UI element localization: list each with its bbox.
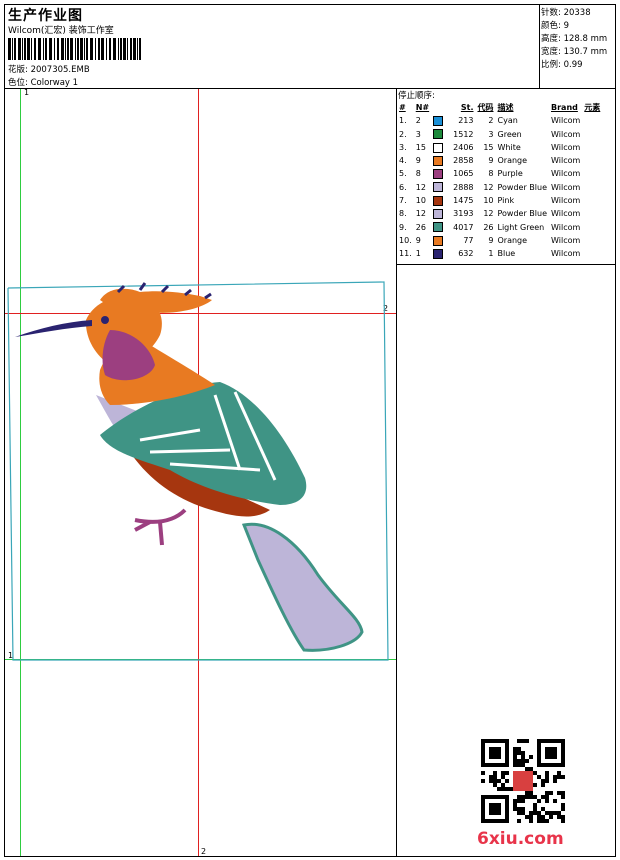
watermark-text: 6xiu.com [477, 829, 564, 849]
embroidery-design [7, 281, 389, 661]
qr-code [481, 739, 565, 823]
bird-eye [101, 316, 109, 324]
bird-leg [134, 508, 187, 546]
bird-beak [15, 320, 92, 337]
bird-tail [241, 522, 364, 652]
